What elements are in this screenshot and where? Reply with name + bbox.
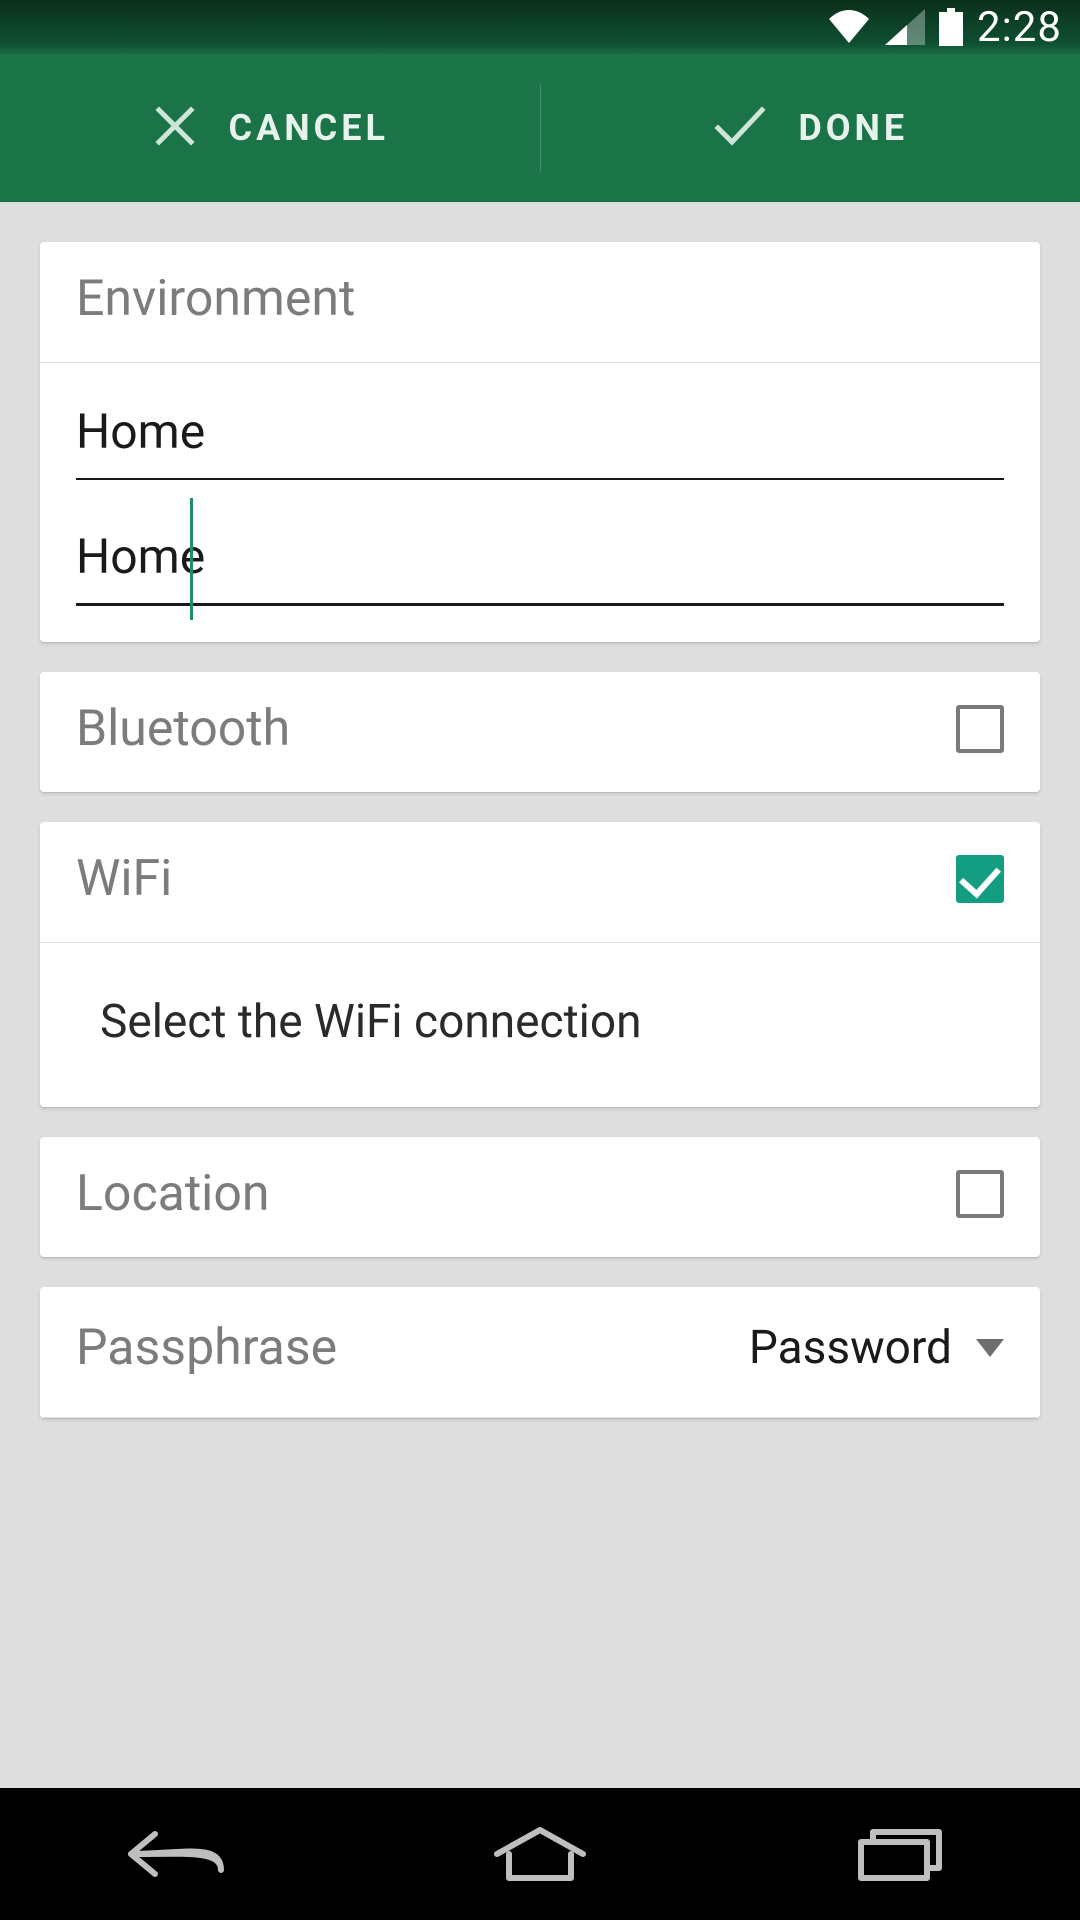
location-row[interactable]: Location xyxy=(40,1137,1040,1257)
wifi-title: WiFi xyxy=(76,850,172,908)
passphrase-title: Passphrase xyxy=(76,1319,337,1377)
environment-card: Environment xyxy=(40,242,1040,642)
status-time: 2:28 xyxy=(977,3,1062,52)
done-button[interactable]: DONE xyxy=(541,102,1080,154)
home-button[interactable] xyxy=(485,1824,595,1884)
wifi-checkbox[interactable] xyxy=(956,855,1004,903)
bluetooth-title: Bluetooth xyxy=(76,700,290,758)
content-area: Environment Bluetooth WiFi Select the Wi… xyxy=(0,202,1080,1418)
bluetooth-card: Bluetooth xyxy=(40,672,1040,792)
system-nav-bar xyxy=(0,1788,1080,1920)
chevron-down-icon xyxy=(976,1339,1004,1357)
location-checkbox[interactable] xyxy=(956,1170,1004,1218)
cancel-button[interactable]: CANCEL xyxy=(0,102,540,154)
environment-header: Environment xyxy=(40,242,1040,363)
battery-icon xyxy=(939,8,963,46)
wifi-select-label: Select the WiFi connection xyxy=(100,995,642,1049)
passphrase-row: Passphrase Password xyxy=(40,1287,1040,1418)
passphrase-dropdown[interactable]: Password xyxy=(749,1321,1004,1375)
environment-title: Environment xyxy=(76,270,355,328)
environment-desc-input[interactable] xyxy=(76,512,1004,606)
passphrase-dropdown-value: Password xyxy=(749,1321,952,1375)
bluetooth-checkbox[interactable] xyxy=(956,705,1004,753)
location-title: Location xyxy=(76,1165,269,1223)
cancel-label: CANCEL xyxy=(229,107,389,149)
wifi-row[interactable]: WiFi xyxy=(40,822,1040,943)
close-icon xyxy=(151,102,199,154)
back-button[interactable] xyxy=(125,1824,235,1884)
passphrase-card: Passphrase Password xyxy=(40,1287,1040,1418)
status-bar: 2:28 xyxy=(0,0,1080,54)
wifi-card: WiFi Select the WiFi connection xyxy=(40,822,1040,1107)
check-icon xyxy=(712,102,768,154)
action-bar: CANCEL DONE xyxy=(0,54,1080,202)
location-card: Location xyxy=(40,1137,1040,1257)
done-label: DONE xyxy=(798,107,908,149)
recents-button[interactable] xyxy=(845,1824,955,1884)
environment-name-input[interactable] xyxy=(76,387,1004,480)
cell-signal-icon xyxy=(885,9,925,45)
wifi-select-row[interactable]: Select the WiFi connection xyxy=(40,943,1040,1107)
wifi-icon xyxy=(827,9,871,45)
bluetooth-row[interactable]: Bluetooth xyxy=(40,672,1040,792)
